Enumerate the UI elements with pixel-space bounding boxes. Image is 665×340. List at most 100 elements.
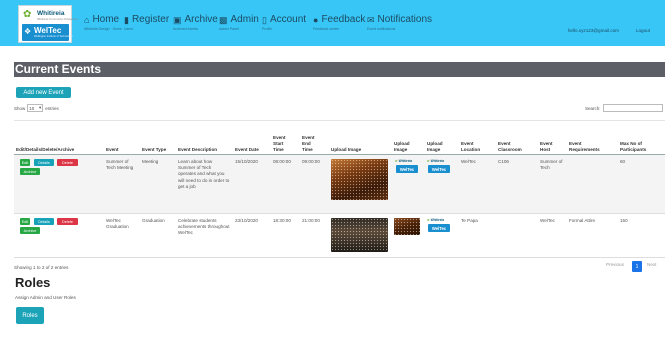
nav-sublabel: Admin Panel — [219, 27, 239, 31]
user-email-link[interactable]: hello.xyz123@gmail.com — [568, 28, 619, 33]
col-header-requirements[interactable]: Event Requirements — [569, 125, 609, 153]
home-icon: ⌂ — [84, 15, 90, 25]
col-header-start[interactable]: Event Start Time — [273, 125, 293, 153]
event-photo — [394, 218, 420, 235]
weltec-image: ✿ Whitireia WelTec — [427, 159, 453, 179]
brand-tagline: Whitireia Community Polytechnic — [37, 17, 78, 21]
page-title-bar: Current Events — [14, 62, 665, 77]
document-icon: ▯ — [262, 15, 267, 25]
col-header-actions[interactable]: Edit/Details/Delete/Archive — [16, 125, 104, 153]
col-header-date[interactable]: Event Date — [235, 125, 259, 153]
add-button-label: Add new Event — [23, 89, 64, 96]
brand-logo[interactable]: ✿ Whitireia Whitireia Community Polytech… — [18, 5, 78, 43]
add-new-event-button[interactable]: Add new Event — [16, 87, 71, 98]
badge-subtitle: Wellington Institute of Technology — [34, 35, 73, 38]
roles-heading: Roles — [15, 275, 51, 290]
nav-admin[interactable]: ▩ Admin Admin Panel — [219, 14, 259, 42]
col-header-location[interactable]: Event Location — [461, 125, 489, 153]
table-row: Edit Details Delete Archive Summer of Te… — [14, 155, 665, 214]
logout-link[interactable]: Logout — [636, 28, 650, 33]
sparkle-icon: ❖ — [24, 27, 32, 36]
weltec-image: ✿ Whitireia WelTec — [395, 159, 421, 179]
col-header-image-1[interactable]: Upload Image — [331, 125, 377, 153]
entries-value: 10 — [29, 105, 35, 111]
edit-button[interactable]: Edit — [20, 218, 30, 225]
nav-label: Archive — [184, 14, 218, 25]
entries-select[interactable]: 10 ▾ — [27, 104, 44, 112]
nav-sublabel: Event notifications — [367, 27, 396, 31]
roles-button[interactable]: Roles — [16, 307, 44, 324]
entries-label: entries — [45, 105, 59, 111]
nav-archive[interactable]: ▣ Archive Archived events — [173, 14, 218, 42]
chevron-down-icon: ▾ — [39, 105, 42, 110]
cell-host: WelTec — [540, 218, 555, 223]
cell-start-time: 18:30:00 — [273, 218, 291, 223]
cell-description: Learn about how Summer of Tech operates … — [178, 159, 230, 189]
col-header-end[interactable]: Event End Time — [302, 125, 322, 153]
whitireia-logo: ✿ Whitireia Whitireia Community Polytech… — [21, 8, 78, 22]
nav-home[interactable]: ⌂ Home Whitireia Design · Home — [84, 14, 122, 42]
cell-requirements: Formal Attire — [569, 218, 596, 223]
show-entries-control: Show 10 ▾ entries — [14, 104, 59, 112]
cell-end-time: 09:00:00 — [302, 159, 320, 164]
nav-label: Admin — [230, 14, 259, 25]
previous-page-button[interactable]: Previous — [606, 262, 624, 267]
nav-account[interactable]: ▯ Account Profile — [262, 14, 306, 42]
nav-feedback[interactable]: ● Feedback Feedback center — [313, 14, 365, 42]
cell-type: Meeting — [142, 159, 159, 164]
cell-end-time: 21:00:00 — [302, 218, 320, 223]
cell-date: 15/10/2020 — [235, 159, 258, 164]
delete-button[interactable]: Delete — [57, 159, 78, 166]
archive-button[interactable]: Archive — [20, 168, 40, 175]
cell-description: Celebrate students achievements througho… — [178, 218, 230, 236]
show-label: Show — [14, 105, 26, 111]
search-input[interactable] — [602, 104, 663, 112]
cell-event: Summer of Tech Meeting — [106, 159, 134, 171]
archive-button[interactable]: Archive — [20, 227, 40, 234]
cell-date: 23/10/2020 — [235, 218, 258, 223]
leaf-icon: ✿ — [23, 9, 32, 20]
roles-subtitle: Assign Admin and User Roles — [15, 295, 76, 300]
envelope-icon: ✉ — [367, 15, 375, 25]
nav-label: Notifications — [377, 14, 433, 25]
next-page-button[interactable]: Next — [647, 262, 656, 267]
nav-label: Feedback — [321, 14, 366, 25]
table-info: Showing 1 to 2 of 2 entries — [14, 265, 69, 270]
table-row: Edit Details Delete Archive WelTec Gradu… — [14, 214, 665, 258]
nav-register[interactable]: ▮ Register Users — [124, 14, 169, 42]
cell-event: WelTec Graduation — [106, 218, 129, 230]
book-icon: ▮ — [124, 15, 129, 25]
col-header-type[interactable]: Event Type — [142, 125, 168, 153]
cell-type: Graduation — [142, 218, 165, 223]
page-title: Current Events — [15, 62, 102, 76]
col-header-description[interactable]: Event Description — [178, 125, 222, 153]
edit-button[interactable]: Edit — [20, 159, 30, 166]
nav-sublabel: Archived events — [173, 27, 198, 31]
col-header-event[interactable]: Event — [106, 125, 136, 153]
page-1-button[interactable]: 1 — [632, 261, 642, 272]
cell-location: Te Papa — [461, 218, 478, 223]
nav-sublabel: Users — [124, 27, 134, 31]
search-label: Search: — [585, 105, 601, 111]
cell-start-time: 08:00:00 — [273, 159, 291, 164]
col-header-image-2[interactable]: Upload Image — [394, 125, 418, 153]
roles-button-label: Roles — [22, 312, 38, 319]
nav-notifications[interactable]: ✉ Notifications Event notifications — [367, 14, 432, 42]
cell-classroom: C106 — [498, 159, 509, 164]
col-header-image-3[interactable]: Upload Image — [427, 125, 451, 153]
col-header-host[interactable]: Event Host — [540, 125, 560, 153]
details-button[interactable]: Details — [34, 159, 54, 166]
archive-icon: ▣ — [173, 15, 182, 25]
table-header: Edit/Details/Delete/Archive Event Event … — [14, 120, 665, 155]
cell-max-participants: 150 — [620, 218, 628, 223]
col-header-max[interactable]: Max No of Participants — [620, 125, 660, 153]
nav-sublabel: Whitireia Design · Home — [84, 27, 122, 31]
details-button[interactable]: Details — [34, 218, 54, 225]
col-header-classroom[interactable]: Event Classroom — [498, 125, 530, 153]
nav-label: Home — [92, 14, 120, 25]
nav-sublabel: Profile — [262, 27, 272, 31]
nav-label: Account — [269, 14, 307, 25]
cell-max-participants: 60 — [620, 159, 626, 164]
comment-icon: ● — [313, 15, 319, 25]
delete-button[interactable]: Delete — [57, 218, 78, 225]
